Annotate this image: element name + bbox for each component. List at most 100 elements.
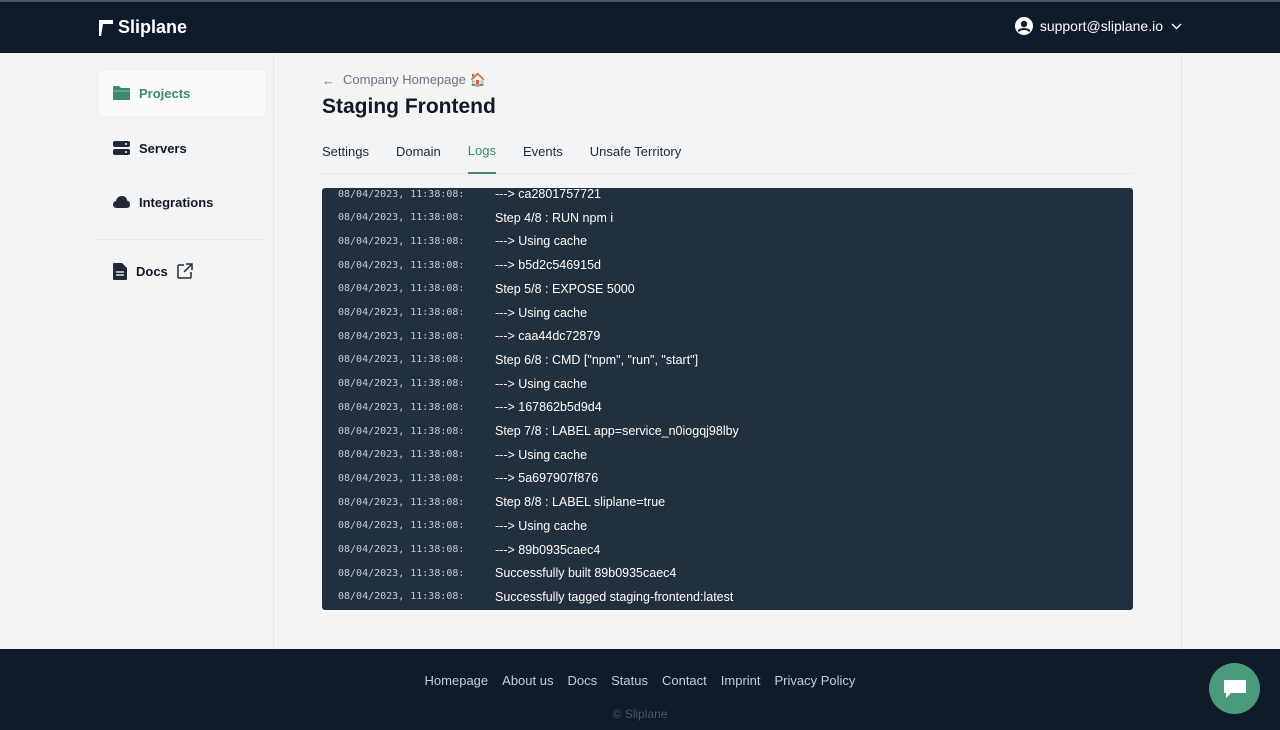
tab-domain[interactable]: Domain: [396, 136, 441, 174]
footer-link-about-us[interactable]: About us: [502, 673, 553, 688]
log-message: ---> Using cache: [495, 518, 588, 533]
footer-link-imprint[interactable]: Imprint: [721, 673, 761, 688]
brand-name: Sliplane: [118, 17, 188, 37]
external-link-icon: [177, 263, 193, 279]
tab-unsafe-territory[interactable]: Unsafe Territory: [590, 136, 682, 174]
footer-link-status[interactable]: Status: [611, 673, 648, 688]
footer-link-homepage[interactable]: Homepage: [425, 673, 489, 688]
document-icon: [113, 262, 127, 280]
log-message: ---> Using cache: [495, 234, 588, 249]
log-timestamp: 08/04/2023, 11:38:08:: [338, 401, 465, 413]
copyright: © Sliplane: [612, 707, 668, 721]
user-avatar-icon: [1014, 17, 1033, 35]
log-line: 08/04/2023, 11:38:08: ---> 167862b5d9d4: [322, 395, 1133, 419]
log-message: Step 7/8 : LABEL app=service_n0iogqj98lb…: [495, 424, 739, 438]
main-content: ← Company Homepage 🏠 Staging Frontend Se…: [274, 53, 1182, 649]
cloud-icon: [113, 196, 130, 208]
log-message: Step 4/8 : RUN npm i: [495, 210, 614, 225]
log-timestamp: 08/04/2023, 11:38:08:: [338, 378, 465, 390]
log-line: 08/04/2023, 11:38:08: ---> 5a697907f876: [322, 466, 1133, 490]
log-timestamp: 08/04/2023, 11:38:08:: [338, 496, 465, 508]
sidebar-item-label: Servers: [139, 140, 187, 156]
log-timestamp: 08/04/2023, 11:38:08:: [338, 425, 465, 437]
log-message: ---> ca2801757721: [495, 188, 601, 201]
log-message: ---> caa44dc72879: [495, 329, 601, 344]
log-message: Step 6/8 : CMD ["npm", "run", "start"]: [495, 352, 699, 367]
log-timestamp: 08/04/2023, 11:38:08:: [338, 259, 465, 271]
footer-link-docs[interactable]: Docs: [567, 673, 597, 688]
chat-button[interactable]: [1209, 663, 1260, 714]
breadcrumb-label: Company Homepage 🏠: [343, 72, 486, 87]
footer-link-contact[interactable]: Contact: [662, 673, 707, 688]
log-line: 08/04/2023, 11:38:08: ---> b5d2c546915d: [322, 253, 1133, 277]
sidebar-item-label: Projects: [139, 85, 191, 101]
breadcrumb[interactable]: ← Company Homepage 🏠: [322, 72, 486, 88]
log-timestamp: 08/04/2023, 11:38:08:: [338, 591, 465, 603]
footer-links: Homepage About us Docs Status Contact Im…: [0, 673, 1280, 688]
log-message: Step 5/8 : EXPOSE 5000: [495, 281, 635, 296]
log-line: 08/04/2023, 11:38:08: Step 4/8 : RUN npm …: [322, 206, 1133, 230]
log-message: ---> Using cache: [495, 376, 588, 391]
log-line: 08/04/2023, 11:38:08: ---> Using cache: [322, 372, 1133, 396]
log-line: 08/04/2023, 11:38:08: ---> Using cache: [322, 229, 1133, 253]
tab-bar: Settings Domain Logs Events Unsafe Terri…: [322, 136, 1133, 174]
log-line: 08/04/2023, 11:38:08: ---> Using cache: [322, 514, 1133, 538]
sidebar-item-label: Docs: [136, 263, 168, 279]
log-timestamp: 08/04/2023, 11:38:08:: [338, 188, 465, 200]
sidebar-item-docs[interactable]: Docs: [98, 248, 266, 294]
log-timestamp: 08/04/2023, 11:38:08:: [338, 472, 465, 484]
log-line: 08/04/2023, 11:38:08: ---> Using cache: [322, 443, 1133, 467]
log-timestamp: 08/04/2023, 11:38:08:: [338, 283, 465, 295]
log-message: ---> 5a697907f876: [495, 471, 599, 486]
log-line: 08/04/2023, 11:38:08: Step 8/8 : LABEL sl…: [322, 490, 1133, 514]
user-menu[interactable]: support@sliplane.io: [1014, 17, 1182, 35]
log-line: 08/04/2023, 11:38:08: ---> caa44dc72879: [322, 324, 1133, 348]
log-timestamp: 08/04/2023, 11:38:08:: [338, 567, 465, 579]
tab-logs[interactable]: Logs: [467, 136, 496, 174]
footer-link-privacy-policy[interactable]: Privacy Policy: [775, 673, 856, 688]
folder-icon: [113, 86, 130, 100]
log-timestamp: 08/04/2023, 11:38:08:: [338, 330, 465, 342]
log-message: Successfully tagged staging-frontend:lat…: [495, 589, 734, 604]
log-message: Successfully built 89b0935caec4: [495, 566, 677, 581]
brand-logo[interactable]: Sliplane: [98, 17, 187, 38]
footer: Homepage About us Docs Status Contact Im…: [0, 649, 1280, 730]
user-email: support@sliplane.io: [1039, 18, 1163, 34]
log-message: ---> b5d2c546915d: [495, 258, 601, 273]
arrow-left-icon: ←: [322, 72, 335, 88]
sidebar-item-label: Integrations: [139, 194, 214, 210]
log-line: 08/04/2023, 11:38:08: ---> Using cache: [322, 301, 1133, 325]
sidebar: Projects Servers Integrations Docs: [0, 53, 274, 649]
tab-settings[interactable]: Settings: [322, 136, 369, 174]
sidebar-item-projects[interactable]: Projects: [98, 70, 266, 116]
tab-events[interactable]: Events: [523, 136, 563, 174]
log-timestamp: 08/04/2023, 11:38:08:: [338, 449, 465, 461]
log-message: ---> 89b0935caec4: [495, 542, 601, 557]
server-icon: [113, 141, 130, 155]
chat-bubble-icon: [1223, 679, 1246, 698]
log-line: 08/04/2023, 11:38:08: Successfully built …: [322, 561, 1133, 585]
log-message: ---> Using cache: [495, 305, 588, 320]
log-viewer[interactable]: 08/04/2023, 11:38:08: ---> ca2801757721 08…: [322, 188, 1133, 610]
log-timestamp: 08/04/2023, 11:38:08:: [338, 307, 465, 318]
log-line: 08/04/2023, 11:38:08: Successfully tagged…: [322, 585, 1133, 609]
log-timestamp: 08/04/2023, 11:38:08:: [338, 520, 465, 532]
log-timestamp: 08/04/2023, 11:38:08:: [338, 235, 465, 247]
top-header: Sliplane support@sliplane.io: [0, 2, 1280, 53]
sliplane-logo-icon: [99, 19, 113, 36]
log-timestamp: 08/04/2023, 11:38:08:: [338, 544, 465, 555]
log-line: 08/04/2023, 11:38:08: Step 6/8 : CMD ["np…: [322, 348, 1133, 372]
log-line: 08/04/2023, 11:38:08: ---> ca2801757721: [322, 188, 1133, 206]
sidebar-divider: [98, 239, 266, 240]
sidebar-item-servers[interactable]: Servers: [98, 125, 266, 171]
log-line: 08/04/2023, 11:38:08: Step 5/8 : EXPOSE 5…: [322, 277, 1133, 301]
log-timestamp: 08/04/2023, 11:38:08:: [338, 354, 465, 366]
sidebar-item-integrations[interactable]: Integrations: [98, 179, 266, 225]
page-title: Staging Frontend: [322, 95, 496, 118]
log-timestamp: 08/04/2023, 11:38:08:: [338, 212, 465, 224]
log-message: ---> Using cache: [495, 447, 588, 462]
log-message: ---> 167862b5d9d4: [495, 400, 602, 415]
log-line: 08/04/2023, 11:38:08: Step 7/8 : LABEL ap…: [322, 419, 1133, 443]
log-line: 08/04/2023, 11:38:08: ---> 89b0935caec4: [322, 538, 1133, 562]
chevron-down-icon: [1171, 23, 1182, 29]
